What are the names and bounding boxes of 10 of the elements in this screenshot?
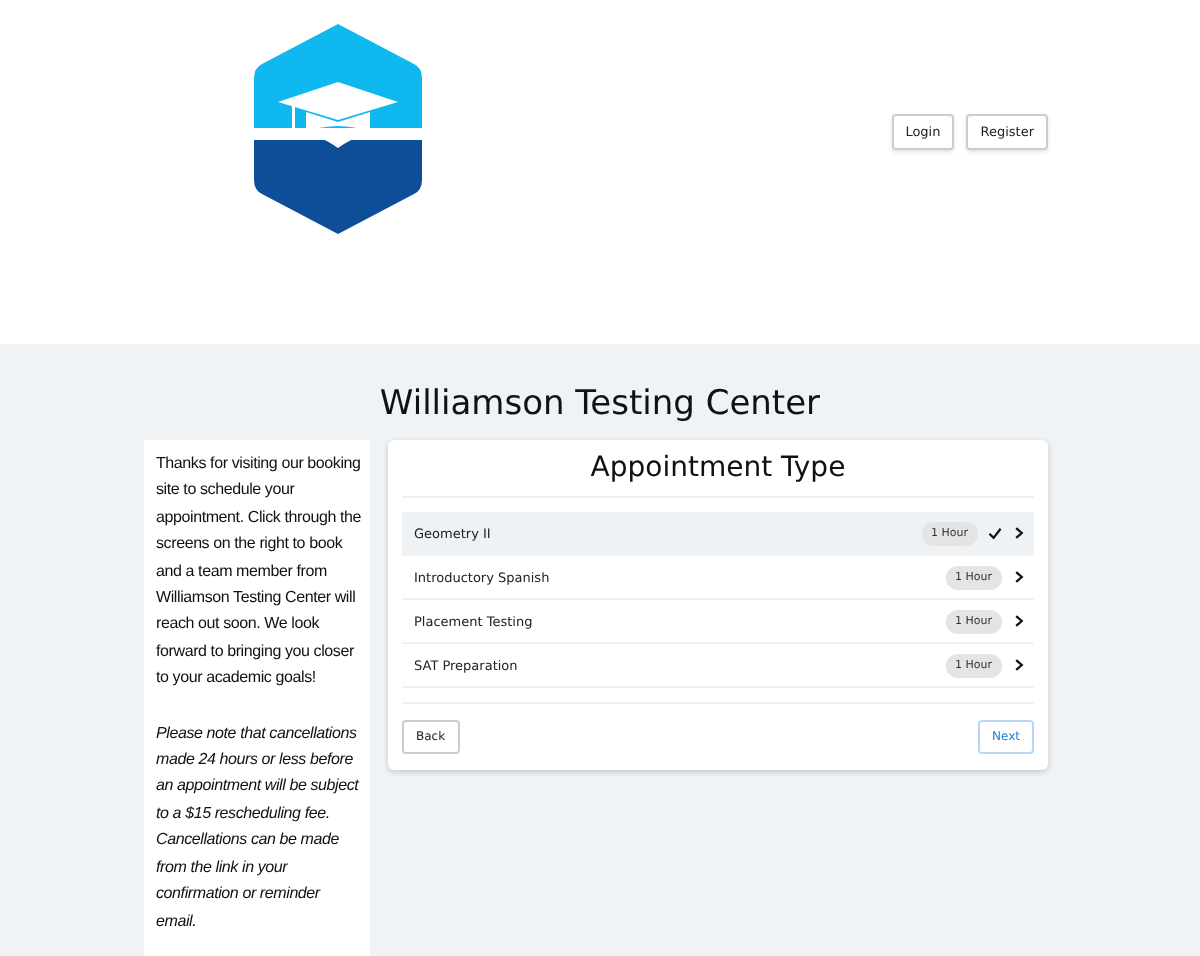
page-title: Williamson Testing Center	[379, 384, 821, 424]
intro-text: Thanks for visiting our booking site to schedule your appointment. Click through the screens on the right to book and a team member from Williamson Testing Center will reach out soon. We look forward to bringing you closer to your academic goals!	[156, 452, 362, 691]
chevron-right-icon	[1012, 614, 1026, 628]
chevron-right-icon	[1012, 658, 1026, 672]
logo-icon	[254, 24, 422, 234]
card-title: Appointment Type	[402, 440, 1034, 498]
check-icon	[988, 526, 1002, 540]
chevron-right-icon	[1012, 570, 1026, 584]
cancellation-note: Please note that cancellations made 24 hours or less before an appointment will be subject to a $15 rescheduling fee. Cancellations can be made from the link in your confirmation or reminder email.	[156, 721, 361, 933]
chevron-right-icon	[1012, 526, 1026, 540]
